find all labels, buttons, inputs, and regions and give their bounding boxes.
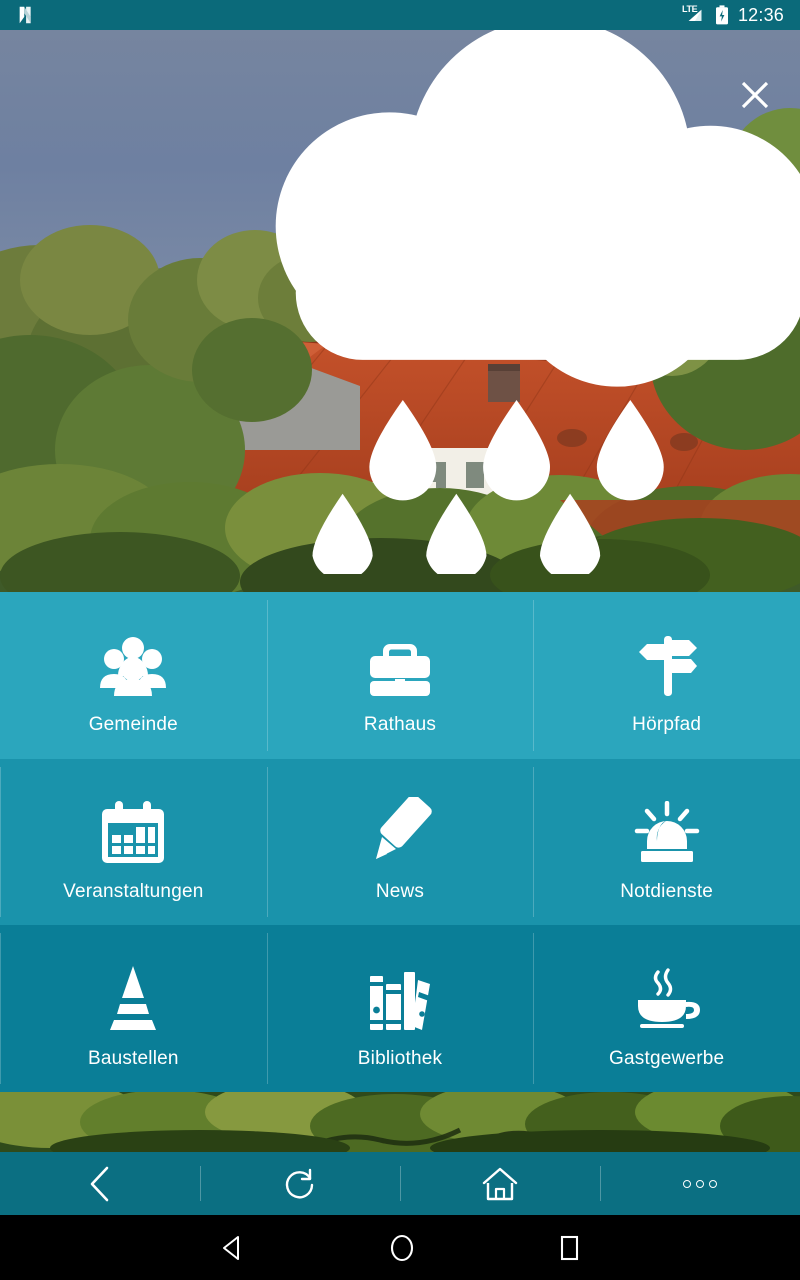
clock-time: 12:36	[737, 4, 784, 25]
weather-widget: 11°C Regenschauer	[150, 30, 800, 574]
close-button[interactable]	[726, 66, 784, 124]
tile-baustellen[interactable]: Baustellen	[0, 925, 267, 1092]
tile-label: Veranstaltungen	[63, 880, 204, 902]
status-bar: LTE 12:36	[0, 0, 800, 30]
tile-hoerpfad[interactable]: Hörpfad	[533, 592, 800, 759]
tile-label: Notdienste	[620, 880, 714, 902]
chevron-left-icon	[90, 1166, 109, 1201]
status-bar-left	[16, 4, 38, 26]
coffee-cup-icon	[630, 948, 704, 1032]
briefcase-icon	[366, 614, 434, 698]
rain-shower-icon	[275, 30, 800, 574]
app-bottom-nav	[0, 1152, 800, 1215]
tile-rathaus[interactable]: Rathaus	[266, 592, 534, 759]
pencil-icon	[366, 781, 434, 865]
system-back-button[interactable]	[218, 1233, 248, 1263]
tile-label: Gastgewerbe	[609, 1047, 725, 1069]
traffic-cone-icon	[100, 948, 166, 1032]
photo-strip-bottom	[0, 1092, 800, 1152]
square-recents-icon	[560, 1235, 579, 1260]
calendar-icon	[100, 781, 166, 865]
tile-label: Gemeinde	[88, 714, 178, 736]
nav-back-button[interactable]	[0, 1152, 200, 1215]
tile-label: Baustellen	[87, 1047, 179, 1069]
siren-beacon-icon	[633, 781, 701, 865]
status-bar-right: LTE 12:36	[682, 4, 784, 26]
triangle-back-icon	[223, 1235, 239, 1260]
phone-screen: LTE 12:36 Gemeinde Rathaus Hörpfad Veran…	[0, 0, 800, 1280]
home-icon	[482, 1167, 518, 1200]
tile-gemeinde[interactable]: Gemeinde	[0, 592, 267, 759]
tile-label: News	[375, 880, 425, 902]
tile-gastgewerbe[interactable]: Gastgewerbe	[533, 925, 800, 1092]
overflow-dots-icon	[683, 1179, 717, 1188]
system-home-button[interactable]	[388, 1232, 416, 1264]
tile-label: Hörpfad	[632, 714, 702, 736]
refresh-icon	[285, 1168, 314, 1198]
nav-reload-button[interactable]	[200, 1152, 400, 1215]
lte-signal-icon: LTE	[682, 4, 706, 25]
battery-charging-icon	[715, 5, 728, 25]
android-system-nav	[0, 1215, 800, 1280]
tile-label: Bibliothek	[357, 1047, 443, 1069]
books-icon	[368, 948, 432, 1032]
tile-news[interactable]: News	[266, 758, 534, 926]
signpost-icon	[635, 614, 699, 698]
nav-home-button[interactable]	[400, 1152, 600, 1215]
tile-label: Rathaus	[363, 714, 437, 736]
close-icon	[741, 81, 769, 109]
circle-home-icon	[390, 1234, 414, 1261]
tile-bibliothek[interactable]: Bibliothek	[266, 925, 534, 1092]
tile-grid: Gemeinde Rathaus Hörpfad Veranstaltungen…	[0, 592, 800, 1092]
treetops-strip	[0, 1092, 800, 1152]
people-group-icon	[97, 614, 169, 698]
tile-notdienste[interactable]: Notdienste	[533, 758, 800, 926]
tile-veranstaltungen[interactable]: Veranstaltungen	[0, 758, 267, 926]
n-logo-icon	[19, 6, 31, 24]
nav-more-button[interactable]	[600, 1152, 800, 1215]
system-recents-button[interactable]	[556, 1233, 582, 1263]
hero-photo: 11°C Regenschauer	[0, 30, 800, 592]
